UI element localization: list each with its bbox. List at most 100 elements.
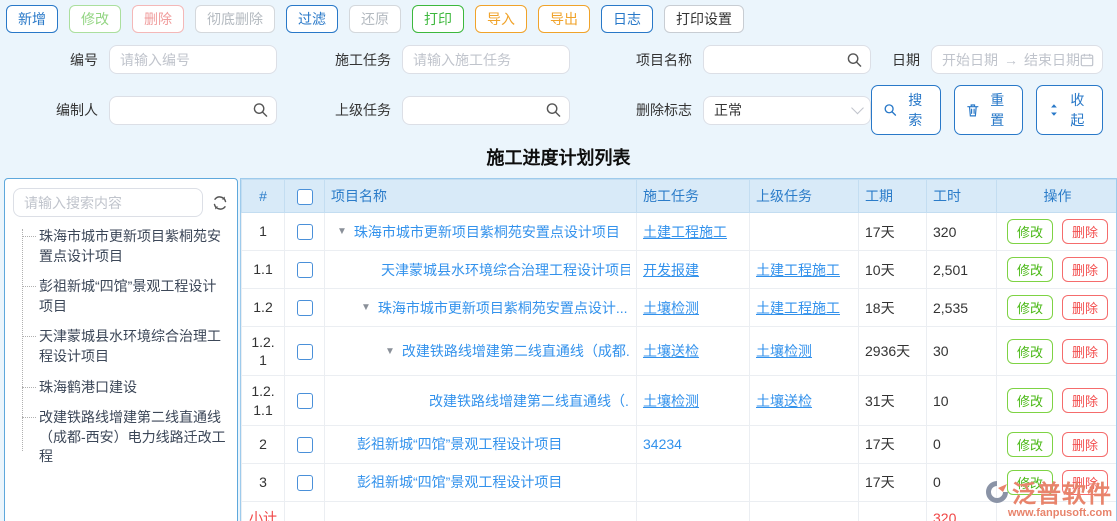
tree-item[interactable]: 天津蒙城县水环境综合治理工程设计项目 xyxy=(22,327,229,366)
date-end-placeholder[interactable]: 结束日期 xyxy=(1024,50,1080,70)
actions-cell: 修改 删除 xyxy=(996,462,1116,502)
project-tree: 珠海市城市更新项目紫桐苑安置点设计项目 彭祖新城“四馆”景观工程设计项目 天津蒙城县… xyxy=(13,227,229,467)
code-input-field[interactable] xyxy=(120,51,266,68)
toolbar-button-7[interactable]: 打印 xyxy=(412,5,464,33)
project-input-field[interactable] xyxy=(714,51,860,68)
project-name-link[interactable]: 珠海市城市更新项目紫桐苑安置点设计... xyxy=(378,298,628,318)
calendar-icon[interactable] xyxy=(1080,52,1094,67)
plan-table: # 项目名称 施工任务 上级任务 工期 工时 操作 1 ▼ 珠海市城市更新项目紫桐苑… xyxy=(241,179,1116,521)
edit-button[interactable]: 修改 xyxy=(1006,257,1053,282)
toolbar-button-11[interactable]: 打印设置 xyxy=(664,5,744,33)
project-name-link[interactable]: 改建铁路线增建第二线直通线（... xyxy=(429,391,630,411)
search-icon[interactable] xyxy=(546,103,561,118)
delete-button[interactable]: 删除 xyxy=(1062,219,1109,244)
edit-button[interactable]: 修改 xyxy=(1006,388,1053,414)
toolbar-button-1[interactable]: 新增 xyxy=(6,5,58,33)
collapse-button[interactable]: 收起 xyxy=(1035,85,1103,135)
row-checkbox[interactable] xyxy=(296,393,313,410)
expand-arrow-icon[interactable]: ▼ xyxy=(337,226,347,237)
delete-button[interactable]: 删除 xyxy=(1062,431,1109,457)
parent-task-link[interactable]: 土建工程施工 xyxy=(756,300,840,316)
delete-flag-value: 正常 xyxy=(714,102,742,118)
tree-search-input[interactable] xyxy=(13,188,203,217)
task-input-field[interactable] xyxy=(413,51,559,68)
project-name-link[interactable]: 珠海市城市更新项目紫桐苑安置点设计项目 xyxy=(354,222,620,242)
search-button[interactable]: 搜索 xyxy=(871,85,941,135)
date-start-placeholder[interactable]: 开始日期 xyxy=(942,50,998,70)
edit-button[interactable]: 修改 xyxy=(1006,469,1053,495)
task-link[interactable]: 34234 xyxy=(643,436,682,452)
delete-button[interactable]: 删除 xyxy=(1062,388,1109,414)
parent-task-link[interactable]: 土壤检测 xyxy=(756,343,812,359)
parent-task-input[interactable] xyxy=(402,95,570,125)
tree-search-field[interactable] xyxy=(24,194,192,211)
tree-item[interactable]: 改建铁路线增建第二线直通线（成都-西安）电力线路迁改工程 xyxy=(22,408,229,467)
row-checkbox[interactable] xyxy=(296,300,313,317)
toolbar-button-3[interactable]: 删除 xyxy=(132,5,184,33)
row-checkbox[interactable] xyxy=(296,436,313,453)
delete-flag-select[interactable]: 正常 xyxy=(703,95,871,125)
task-link[interactable]: 土壤检测 xyxy=(643,393,699,409)
reset-button[interactable]: 重置 xyxy=(953,85,1023,135)
task-input[interactable] xyxy=(402,45,570,74)
search-icon[interactable] xyxy=(847,52,862,67)
edit-button[interactable]: 修改 xyxy=(1006,219,1053,244)
project-cell: 改建铁路线增建第二线直通线（... xyxy=(324,375,637,426)
row-checkbox[interactable] xyxy=(296,224,313,241)
parent-task-link[interactable]: 土壤送检 xyxy=(756,393,812,409)
edit-button[interactable]: 修改 xyxy=(1006,295,1053,320)
toolbar-button-9[interactable]: 导出 xyxy=(538,5,590,33)
row-checkbox[interactable] xyxy=(296,474,313,491)
parent-task-cell xyxy=(749,212,859,251)
table-row: 3 彭祖新城“四馆”景观工程设计项目 17天 0 修改 删除 xyxy=(241,462,1116,502)
expand-arrow-icon[interactable]: ▼ xyxy=(361,302,371,313)
parent-task-link[interactable]: 土建工程施工 xyxy=(756,262,840,278)
toolbar-button-8[interactable]: 导入 xyxy=(475,5,527,33)
task-link[interactable]: 土壤检测 xyxy=(643,300,699,316)
project-cell: 彭祖新城“四馆”景观工程设计项目 xyxy=(324,424,637,464)
delete-button[interactable]: 删除 xyxy=(1062,295,1109,320)
date-range-input[interactable]: 开始日期 → 结束日期 xyxy=(931,45,1103,74)
delete-button[interactable]: 删除 xyxy=(1062,257,1109,282)
parent-task-cell: 土壤送检 xyxy=(749,375,859,426)
refresh-icon[interactable] xyxy=(211,194,229,212)
edit-button[interactable]: 修改 xyxy=(1006,338,1053,364)
edit-button[interactable]: 修改 xyxy=(1006,431,1053,457)
toolbar-button-5[interactable]: 过滤 xyxy=(286,5,338,33)
row-checkbox[interactable] xyxy=(296,343,313,360)
project-name-link[interactable]: 天津蒙城县水环境综合治理工程设计项目 xyxy=(381,260,630,280)
table-row: 1.2 ▼ 珠海市城市更新项目紫桐苑安置点设计... 土壤检测 土建工程施工 18天 2,5… xyxy=(241,288,1116,327)
parent-task-input-field[interactable] xyxy=(413,102,559,118)
author-input[interactable] xyxy=(109,95,277,125)
header-hours: 工时 xyxy=(926,179,997,213)
task-cell: 土壤检测 xyxy=(636,375,750,426)
task-link[interactable]: 开发报建 xyxy=(643,262,699,278)
code-input[interactable] xyxy=(109,45,277,74)
project-cell: 天津蒙城县水环境综合治理工程设计项目 xyxy=(324,250,637,289)
tree-item[interactable]: 珠海鹤港口建设 xyxy=(22,378,229,398)
task-link[interactable]: 土壤送检 xyxy=(643,343,699,359)
project-cell: 彭祖新城“四馆”景观工程设计项目 xyxy=(324,462,637,502)
tree-item[interactable]: 彭祖新城“四馆”景观工程设计项目 xyxy=(22,277,229,316)
toolbar-button-2[interactable]: 修改 xyxy=(69,5,121,33)
project-name-link[interactable]: 彭祖新城“四馆”景观工程设计项目 xyxy=(357,472,562,492)
table-row: 1 ▼ 珠海市城市更新项目紫桐苑安置点设计项目 土建工程施工 17天 320 修改 删除 xyxy=(241,212,1116,251)
toolbar-button-6[interactable]: 还原 xyxy=(349,5,401,33)
expand-arrow-icon[interactable]: ▼ xyxy=(385,346,395,357)
search-icon[interactable] xyxy=(253,103,268,118)
task-link[interactable]: 土建工程施工 xyxy=(643,224,727,240)
trash-icon xyxy=(967,104,979,117)
actions-cell: 修改 删除 xyxy=(996,325,1116,377)
toolbar-button-10[interactable]: 日志 xyxy=(601,5,653,33)
select-all-checkbox[interactable] xyxy=(296,188,313,205)
author-input-field[interactable] xyxy=(120,102,266,118)
toolbar-button-4[interactable]: 彻底删除 xyxy=(195,5,275,33)
project-name-link[interactable]: 彭祖新城“四馆”景观工程设计项目 xyxy=(357,434,562,454)
delete-button[interactable]: 删除 xyxy=(1062,469,1109,495)
project-input[interactable] xyxy=(703,45,871,74)
summary-label: 小计 xyxy=(241,500,285,521)
tree-item[interactable]: 珠海市城市更新项目紫桐苑安置点设计项目 xyxy=(22,227,229,266)
delete-button[interactable]: 删除 xyxy=(1062,338,1109,364)
project-name-link[interactable]: 改建铁路线增建第二线直通线（成都... xyxy=(402,341,630,361)
row-checkbox[interactable] xyxy=(296,262,313,279)
